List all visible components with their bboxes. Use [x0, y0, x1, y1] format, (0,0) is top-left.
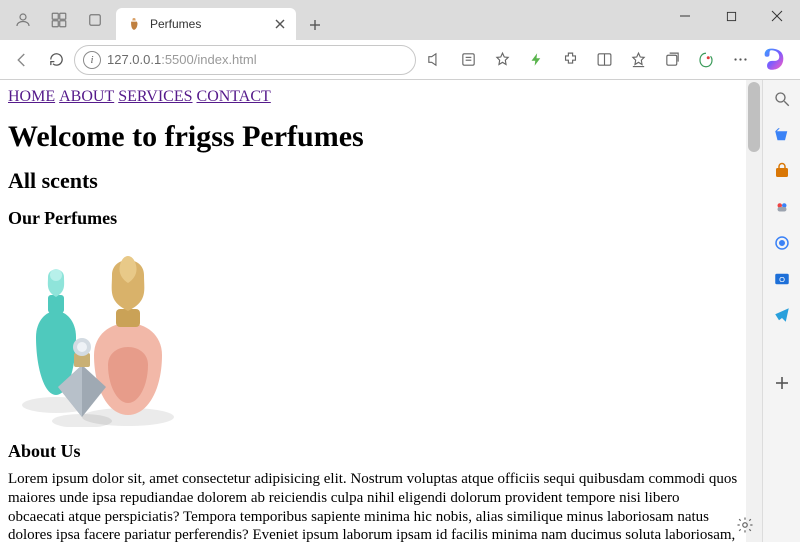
tab-title: Perfumes [150, 17, 264, 31]
tab-close-button[interactable] [272, 16, 288, 32]
sidebar-camera-icon[interactable] [771, 232, 793, 254]
read-aloud-icon[interactable] [418, 44, 450, 76]
viewport: HOME ABOUT SERVICES CONTACT Welcome to f… [0, 80, 762, 542]
favorites-hub-icon[interactable] [622, 44, 654, 76]
refresh-button[interactable] [40, 44, 72, 76]
url-path: :5500/index.html [161, 52, 256, 67]
perfume-image [8, 237, 188, 427]
favorite-star-icon[interactable] [486, 44, 518, 76]
copilot-icon[interactable] [758, 42, 794, 78]
browser-toolbar: i 127.0.0.1:5500/index.html [0, 40, 800, 80]
wallet-icon[interactable] [690, 44, 722, 76]
scrollbar-thumb[interactable] [748, 82, 760, 152]
workspaces-icon[interactable] [42, 3, 76, 37]
page-subtitle: All scents [8, 168, 738, 194]
close-window-button[interactable] [754, 0, 800, 32]
sidebar-telegram-icon[interactable] [771, 304, 793, 326]
profile-icon[interactable] [6, 3, 40, 37]
section-about-heading: About Us [8, 441, 738, 462]
tab-actions-icon[interactable] [78, 3, 112, 37]
settings-gear-icon[interactable] [734, 514, 756, 536]
address-bar[interactable]: i 127.0.0.1:5500/index.html [74, 45, 416, 75]
back-button[interactable] [6, 44, 38, 76]
url-text: 127.0.0.1:5500/index.html [107, 52, 407, 67]
browser-tab-active[interactable]: Perfumes [116, 8, 296, 40]
nav-link-contact[interactable]: CONTACT [197, 88, 271, 105]
edge-sidebar: O [762, 80, 800, 542]
client-area: HOME ABOUT SERVICES CONTACT Welcome to f… [0, 80, 800, 542]
maximize-button[interactable] [708, 0, 754, 32]
svg-text:O: O [779, 275, 785, 284]
toolbar-right-icons [418, 42, 794, 78]
window-titlebar: Perfumes [0, 0, 800, 40]
url-host: 127.0.0.1 [107, 52, 161, 67]
nav-link-services[interactable]: SERVICES [118, 88, 192, 105]
more-menu-icon[interactable] [724, 44, 756, 76]
sidebar-outlook-icon[interactable]: O [771, 268, 793, 290]
sidebar-tools-icon[interactable] [771, 160, 793, 182]
site-info-icon[interactable]: i [83, 51, 101, 69]
window-controls [662, 0, 800, 40]
sidebar-games-icon[interactable] [771, 196, 793, 218]
page-content: HOME ABOUT SERVICES CONTACT Welcome to f… [0, 80, 746, 542]
sidebar-search-icon[interactable] [771, 88, 793, 110]
extensions-icon[interactable] [554, 44, 586, 76]
reader-icon[interactable] [452, 44, 484, 76]
site-nav: HOME ABOUT SERVICES CONTACT [8, 88, 738, 106]
section-products-heading: Our Perfumes [8, 208, 738, 229]
about-body-text: Lorem ipsum dolor sit, amet consectetur … [8, 470, 738, 542]
nav-link-home[interactable]: HOME [8, 88, 55, 105]
sidebar-shopping-icon[interactable] [771, 124, 793, 146]
page-title: Welcome to frigss Perfumes [8, 120, 738, 154]
favicon-icon [126, 16, 142, 32]
minimize-button[interactable] [662, 0, 708, 32]
split-screen-icon[interactable] [588, 44, 620, 76]
vertical-scrollbar[interactable] [746, 80, 762, 542]
nav-link-about[interactable]: ABOUT [59, 88, 114, 105]
performance-icon[interactable] [520, 44, 552, 76]
titlebar-left [0, 0, 112, 40]
tab-strip: Perfumes [116, 0, 662, 40]
sidebar-add-icon[interactable] [771, 372, 793, 394]
new-tab-button[interactable] [300, 10, 330, 40]
collections-icon[interactable] [656, 44, 688, 76]
